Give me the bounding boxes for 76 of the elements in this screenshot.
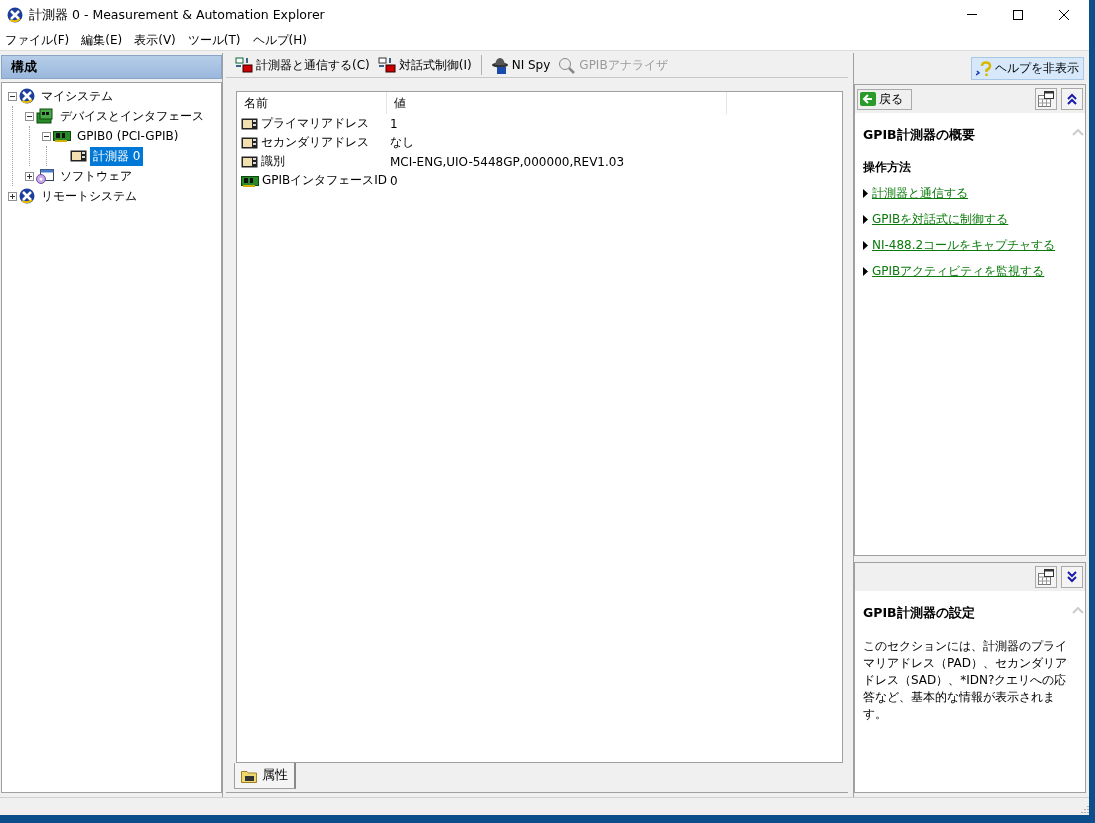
table-cell: 識別	[261, 153, 285, 170]
spy-hat-icon	[490, 56, 509, 74]
toolbar-button[interactable]: 対話式制御(I)	[374, 54, 475, 76]
tab[interactable]: 属性	[234, 763, 296, 789]
instrument-icon	[70, 150, 87, 162]
instrument-icon	[241, 117, 258, 130]
instrument-icon	[241, 155, 258, 168]
help-link[interactable]: GPIBアクティビティを監視する	[872, 263, 1045, 280]
scroll-up-icon	[1072, 607, 1084, 614]
menu-item[interactable]: ヘルプ(H)	[247, 31, 314, 49]
help-link[interactable]: NI-488.2コールをキャプチャする	[872, 237, 1056, 254]
table-cell: セカンダリアドレス	[261, 134, 369, 151]
instrument-icon	[241, 136, 258, 149]
interactive-icon	[377, 56, 396, 74]
circuit-board-icon	[53, 130, 71, 142]
triangle-bullet-icon	[863, 241, 868, 250]
table-cell: なし	[390, 134, 414, 151]
toolbar-button[interactable]: NI Spy	[487, 54, 554, 76]
help-link[interactable]: 計測器と通信する	[872, 185, 968, 202]
menu-item[interactable]: 編集(E)	[76, 31, 130, 49]
layout-button[interactable]	[1035, 88, 1057, 110]
tree-item[interactable]: デバイスとインタフェース	[57, 106, 207, 126]
question-mark-icon	[976, 60, 992, 77]
window-title: 計測器 0 - Measurement & Automation Explorer	[29, 6, 326, 24]
collapse-icon[interactable]	[25, 111, 34, 121]
triangle-bullet-icon	[863, 267, 868, 276]
scroll-up-icon	[1072, 129, 1084, 136]
table-cell: 0	[390, 173, 398, 188]
table-cell: MCI-ENG,UIO-5448GP,000000,REV1.03	[390, 154, 625, 169]
menu-item[interactable]: ツール(T)	[182, 31, 248, 49]
column-header[interactable]: 名前	[237, 92, 387, 114]
expand-pane-button[interactable]	[1061, 566, 1083, 588]
help-title: GPIB計測器の設定	[863, 605, 976, 622]
app-logo-icon	[7, 7, 23, 23]
system-logo-icon	[19, 188, 35, 204]
tree-item[interactable]: GPIB0 (PCI-GPIB)	[74, 128, 182, 144]
double-chevron-up-icon	[1066, 93, 1078, 105]
help-title: GPIB計測器の概要	[863, 127, 976, 144]
table-cell: GPIBインタフェースID	[262, 172, 388, 189]
maximize-icon	[1012, 9, 1024, 21]
circuit-board-icon	[36, 108, 54, 124]
menu-item[interactable]: ファイル(F)	[0, 31, 77, 49]
communicate-icon	[235, 56, 253, 74]
hide-help-button[interactable]: ヘルプを非表示	[971, 57, 1084, 80]
table-cell: プライマリアドレス	[261, 115, 369, 132]
folder-icon	[241, 768, 257, 783]
magnifier-icon	[558, 56, 577, 74]
tree-item[interactable]: リモートシステム	[38, 186, 140, 206]
help-heading: 操作方法	[863, 160, 912, 175]
column-header[interactable]: 値	[387, 92, 727, 114]
layout-icon	[1038, 91, 1054, 107]
tree-item[interactable]: マイシステム	[38, 86, 116, 106]
collapse-pane-button[interactable]	[1061, 88, 1083, 110]
panel-header: 構成	[1, 55, 222, 79]
triangle-bullet-icon	[863, 215, 868, 224]
left-arrow-icon	[860, 92, 876, 106]
close-icon	[1058, 9, 1070, 21]
tree-item[interactable]: 計測器 0	[90, 146, 144, 166]
menu-item[interactable]: 表示(V)	[129, 31, 183, 49]
system-logo-icon	[19, 88, 35, 104]
tree-item[interactable]: ソフトウェア	[57, 166, 135, 186]
double-chevron-down-icon	[1066, 571, 1078, 583]
help-link[interactable]: GPIBを対話式に制御する	[872, 211, 1009, 228]
triangle-bullet-icon	[863, 189, 868, 198]
table-cell: 1	[390, 116, 398, 131]
collapse-icon[interactable]	[42, 131, 51, 141]
circuit-board-icon	[241, 174, 259, 187]
layout-icon	[1038, 569, 1054, 585]
help-text: このセクションには、計測器のプライマリアドレス（PAD）、セカンダリアドレス（SAD）、*IDN?クエリへの応答など、基本的な情報が表示されます。	[863, 638, 1068, 723]
layout-button[interactable]	[1035, 566, 1057, 588]
collapse-icon[interactable]	[8, 91, 17, 101]
back-button[interactable]: 戻る	[857, 88, 912, 110]
toolbar-button[interactable]: 計測器と通信する(C)	[232, 54, 373, 76]
software-window-icon	[36, 168, 54, 184]
expand-icon[interactable]	[8, 191, 17, 201]
expand-icon[interactable]	[25, 171, 34, 181]
